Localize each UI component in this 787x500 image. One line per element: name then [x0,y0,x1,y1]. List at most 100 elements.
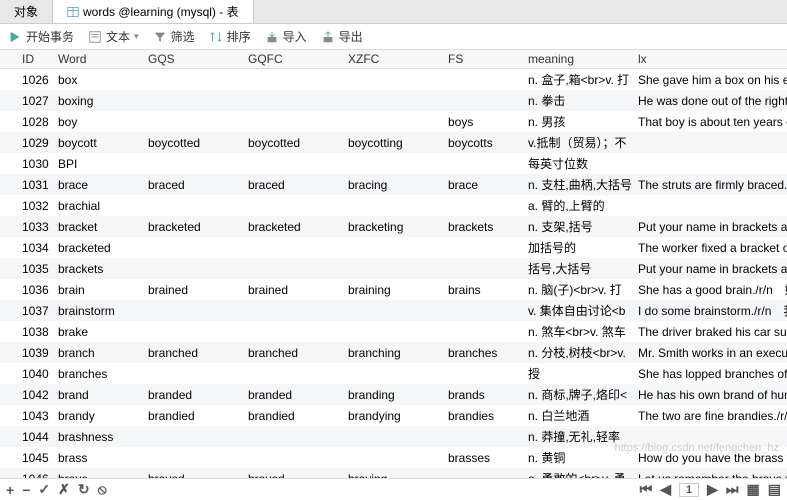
cell[interactable]: 1027 [16,90,52,111]
stop-button[interactable]: ⦸ [98,481,107,498]
column-header[interactable]: GQS [142,50,242,69]
cell[interactable]: brandied [142,405,242,426]
cell[interactable] [242,258,342,279]
cell[interactable]: 1031 [16,174,52,195]
cell[interactable] [342,153,442,174]
cell[interactable] [142,426,242,447]
data-grid[interactable]: IDWordGQSGQFCXZFCFSmeaninglx 1026boxn. 盒… [0,50,787,478]
table-row[interactable]: 1033bracketbracketedbracketedbracketingb… [0,216,787,237]
cell[interactable]: braved [142,468,242,478]
cell[interactable] [142,195,242,216]
next-page-button[interactable]: ▶ [707,481,718,498]
cell[interactable] [242,111,342,132]
cell[interactable]: brandy [52,405,142,426]
table-row[interactable]: 1043brandybrandiedbrandiedbrandyingbrand… [0,405,787,426]
cell[interactable]: Mr. Smith works in an executive branch o… [632,342,787,363]
cell[interactable] [242,153,342,174]
cell[interactable] [242,300,342,321]
column-header[interactable]: GQFC [242,50,342,69]
tab[interactable]: 对象 [0,0,53,23]
start-transaction-button[interactable]: 开始事务 [8,28,74,45]
grid-view-button[interactable]: ▦ [747,481,760,498]
cell[interactable] [632,195,787,216]
cell[interactable] [142,447,242,468]
cell[interactable]: She gave him a box on his ears./r/n 她打了他 [632,69,787,91]
table-row[interactable]: 1030BPI每英寸位数 [0,153,787,174]
cell[interactable]: bracketed [242,216,342,237]
column-header[interactable]: meaning [522,50,632,69]
cell[interactable] [0,111,16,132]
cell[interactable]: n. 盒子,箱<br>v. 打 [522,69,632,91]
cell[interactable]: a. 臂的,上臂的 [522,195,632,216]
cell[interactable] [342,321,442,342]
cell[interactable] [342,111,442,132]
cell[interactable] [0,405,16,426]
cell[interactable] [342,69,442,91]
cell[interactable] [342,426,442,447]
cell[interactable]: n. 男孩 [522,111,632,132]
cell[interactable]: 1033 [16,216,52,237]
cell[interactable]: brands [442,384,522,405]
cell[interactable]: n. 拳击 [522,90,632,111]
cell[interactable] [142,321,242,342]
cell[interactable]: bracketed [52,237,142,258]
cell[interactable] [0,216,16,237]
cell[interactable]: n. 白兰地酒 [522,405,632,426]
cell[interactable]: Put your name in brackets at the top of … [632,216,787,237]
cell[interactable]: 1034 [16,237,52,258]
cell[interactable] [442,237,522,258]
cell[interactable]: 1045 [16,447,52,468]
cell[interactable]: 1030 [16,153,52,174]
cell[interactable] [0,363,16,384]
cell[interactable] [0,468,16,478]
cell[interactable]: brace [442,174,522,195]
cell[interactable]: brandies [442,405,522,426]
cell[interactable]: brains [442,279,522,300]
cell[interactable]: The struts are firmly braced./r/n 那些支柱上 [632,174,787,195]
column-header[interactable]: lx [632,50,787,69]
cell[interactable]: The worker fixed a bracket on the wall./… [632,237,787,258]
cell[interactable]: 1035 [16,258,52,279]
cell[interactable]: n. 黄铜 [522,447,632,468]
cell[interactable]: branching [342,342,442,363]
cell[interactable]: 1029 [16,132,52,153]
cell[interactable]: brain [52,279,142,300]
cell[interactable] [242,363,342,384]
cell[interactable]: brandying [342,405,442,426]
column-header[interactable] [0,50,16,69]
cell[interactable] [442,321,522,342]
cell[interactable] [242,426,342,447]
cell[interactable] [342,258,442,279]
import-button[interactable]: 导入 [265,28,307,45]
cell[interactable]: 1038 [16,321,52,342]
cell[interactable] [142,153,242,174]
cell[interactable]: brained [242,279,342,300]
cell[interactable] [0,321,16,342]
table-row[interactable]: 1029boycottboycottedboycottedboycottingb… [0,132,787,153]
cell[interactable] [342,237,442,258]
cell[interactable]: That boy is about ten years old./r/n 那个男… [632,111,787,132]
table-row[interactable]: 1046bravebravedbravedbravinga. 勇敢的<br>v.… [0,468,787,478]
commit-button[interactable]: ✓ [38,481,50,498]
cell[interactable]: 1026 [16,69,52,91]
cell[interactable] [632,132,787,153]
cell[interactable]: 每英寸位数 [522,153,632,174]
cell[interactable] [242,321,342,342]
filter-button[interactable]: 筛选 [153,28,195,45]
cell[interactable]: branches [52,363,142,384]
cell[interactable]: He was done out of the right of boxing./… [632,90,787,111]
cell[interactable] [442,69,522,91]
table-row[interactable]: 1039branchbranchedbranchedbranchingbranc… [0,342,787,363]
cell[interactable]: brackets [442,216,522,237]
cell[interactable] [142,258,242,279]
table-row[interactable]: 1044brashnessn. 莽撞,无礼,轻率 [0,426,787,447]
cell[interactable] [0,69,16,91]
cell[interactable]: braining [342,279,442,300]
table-row[interactable]: 1040branches授She has lopped branches off… [0,363,787,384]
cell[interactable]: brained [142,279,242,300]
cell[interactable]: 1044 [16,426,52,447]
cell[interactable]: 1046 [16,468,52,478]
cell[interactable]: boycotted [242,132,342,153]
cell[interactable]: She has a good brain./r/n 她很有头脑。/r/n [632,279,787,300]
cell[interactable]: n. 支柱,曲柄,大括号 [522,174,632,195]
